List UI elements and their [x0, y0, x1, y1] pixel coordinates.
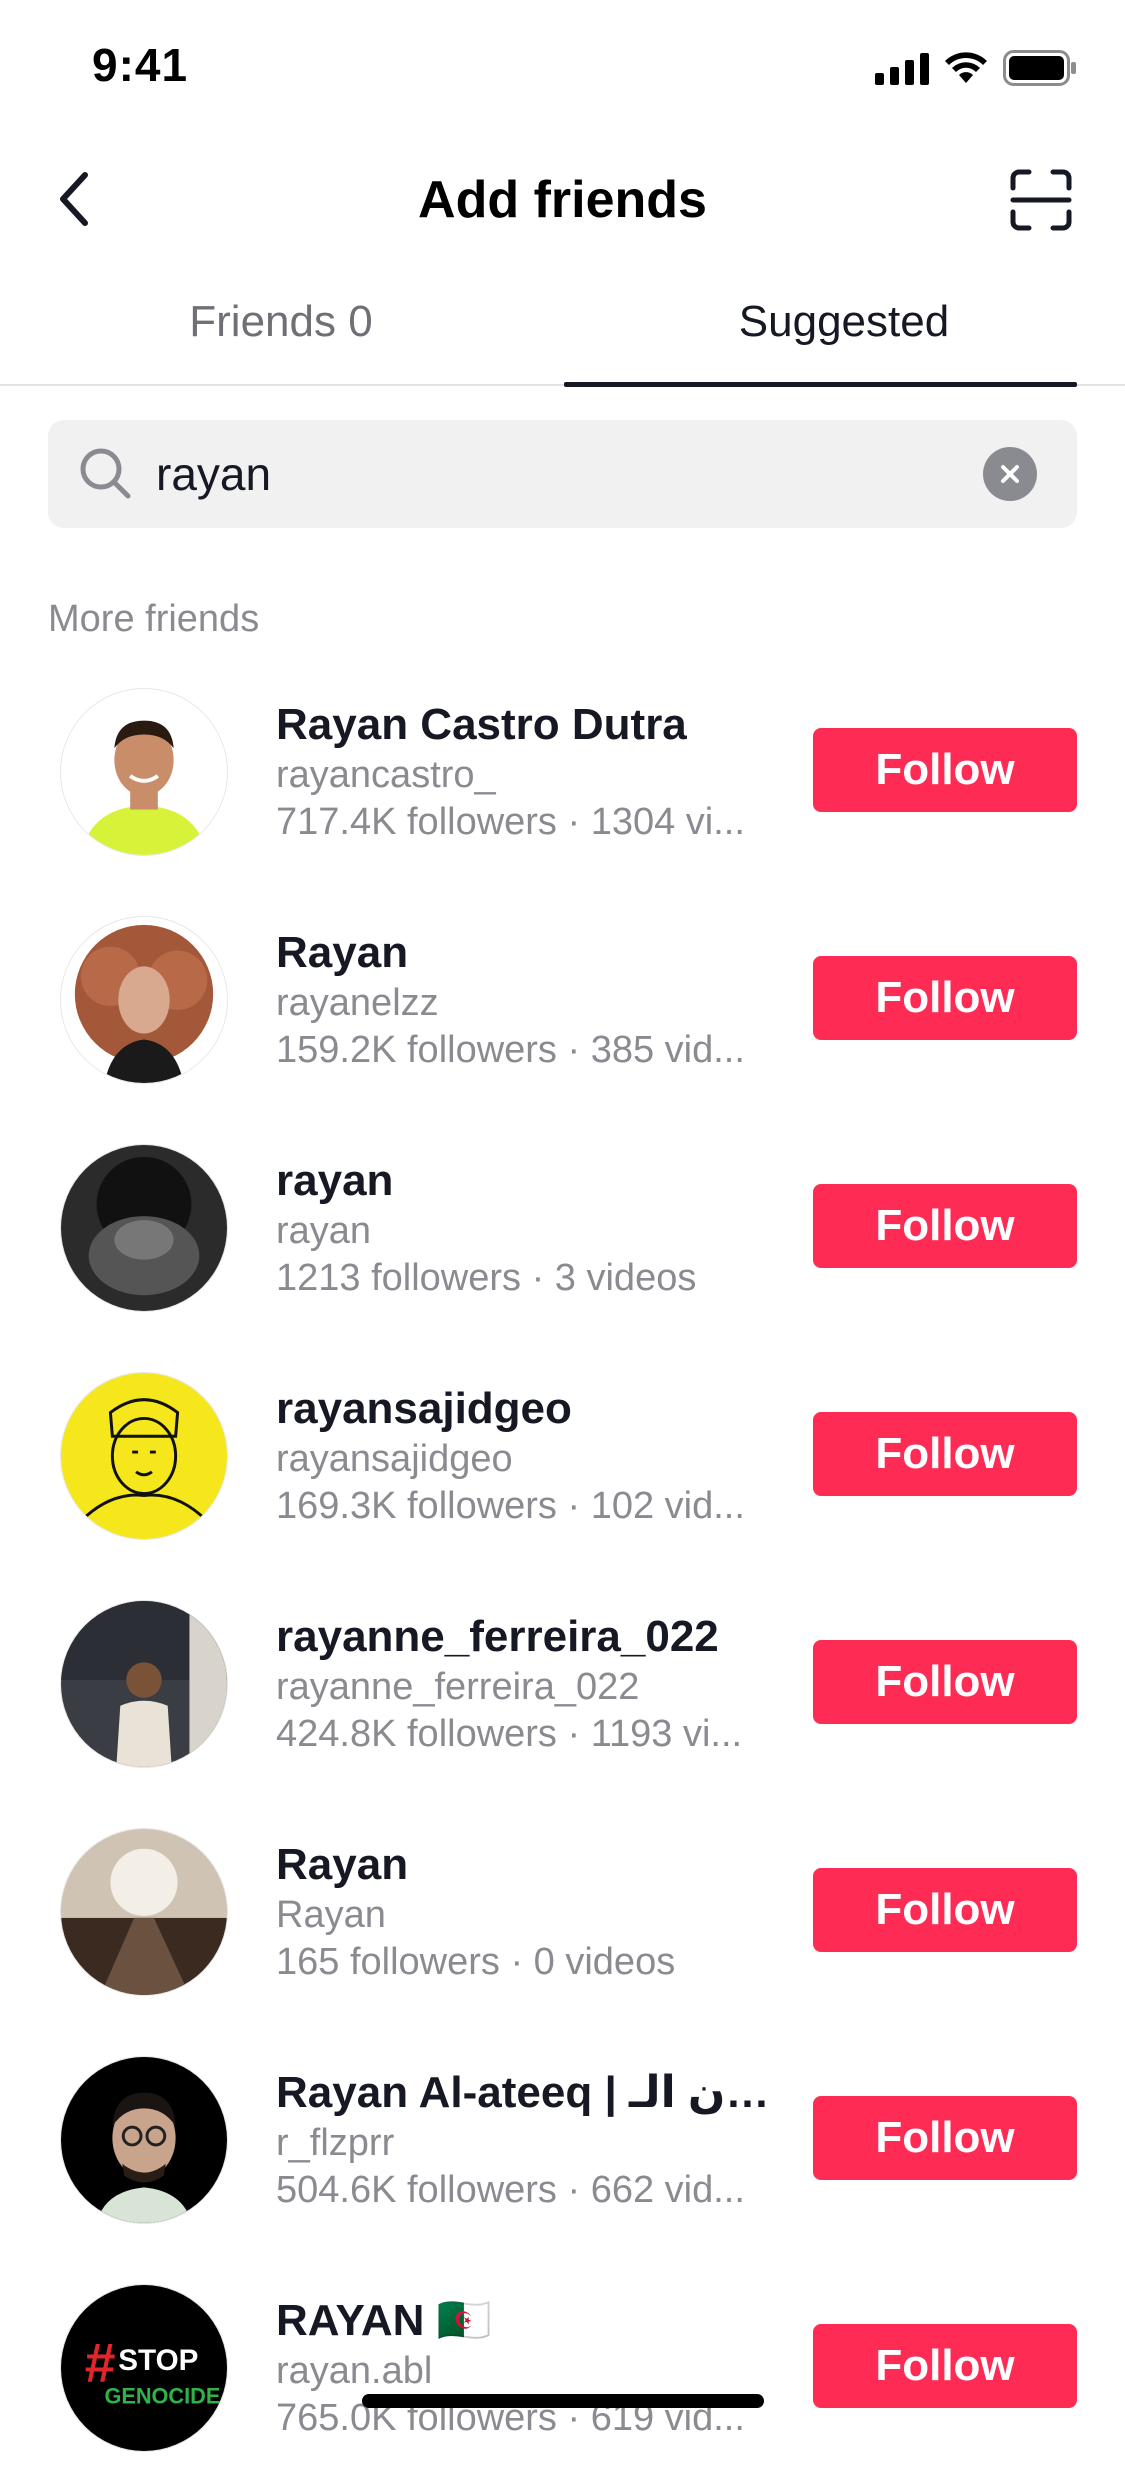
- tab-friends[interactable]: Friends 0: [0, 290, 562, 384]
- avatar: [60, 688, 228, 856]
- page-title: Add friends: [418, 171, 707, 229]
- user-info: RAYAN 🇩🇿 rayan.abl 765.0K followers · 61…: [276, 2294, 776, 2442]
- user-name: rayansajidgeo: [276, 1384, 572, 1433]
- user-name: rayan: [276, 1156, 394, 1205]
- user-handle: rayancastro_: [276, 754, 496, 796]
- scan-icon: [1010, 169, 1072, 231]
- user-info: rayanne_ferreira_022 rayanne_ferreira_02…: [276, 1610, 776, 1758]
- user-handle: r_flzprr: [276, 2122, 395, 2164]
- user-handle: Rayan: [276, 1894, 386, 1936]
- search-input[interactable]: [156, 442, 996, 506]
- status-time: 9:41: [92, 39, 189, 91]
- user-name: Rayan: [276, 1840, 409, 1889]
- active-tab-indicator: [564, 382, 1077, 387]
- search-icon: [80, 448, 131, 499]
- tab-bar: Friends 0 Suggested: [0, 290, 1125, 387]
- avatar: [60, 1600, 228, 1768]
- user-handle: rayanne_ferreira_022: [276, 1666, 640, 1708]
- status-icons: [875, 50, 1077, 86]
- user-name: Rayan: [276, 928, 409, 977]
- home-indicator: [362, 2394, 764, 2408]
- tab-suggested[interactable]: Suggested: [563, 290, 1125, 384]
- user-stats: 717.4K followers · 1304 vi...: [276, 801, 745, 843]
- follow-button[interactable]: Follow: [813, 956, 1077, 1040]
- user-info: Rayan Castro Dutra rayancastro_ 717.4K f…: [276, 698, 776, 846]
- user-handle: rayan.abl: [276, 2350, 433, 2392]
- user-stats: 165 followers · 0 videos: [276, 1941, 676, 1983]
- list-item[interactable]: Rayan Al-ateeq | ريان الـ... r_flzprr 50…: [0, 2028, 1125, 2256]
- header: Add friends: [0, 140, 1125, 256]
- wifi-icon: [945, 52, 987, 83]
- user-handle: rayansajidgeo: [276, 1438, 513, 1480]
- user-handle: rayanelzz: [276, 982, 439, 1024]
- search-bar: [48, 420, 1077, 528]
- avatar: [60, 1372, 228, 1540]
- avatar: [60, 1144, 228, 1312]
- follow-button[interactable]: Follow: [813, 1640, 1077, 1724]
- avatar: # STOP GENOCIDE: [60, 2284, 228, 2452]
- scan-button[interactable]: [1001, 160, 1081, 240]
- status-bar: 9:41: [0, 0, 1125, 132]
- user-stats: 504.6K followers · 662 vid...: [276, 2169, 745, 2211]
- list-item[interactable]: rayanne_ferreira_022 rayanne_ferreira_02…: [0, 1572, 1125, 1800]
- svg-text:STOP: STOP: [118, 2344, 198, 2377]
- follow-button[interactable]: Follow: [813, 728, 1077, 812]
- user-info: Rayan Al-ateeq | ريان الـ... r_flzprr 50…: [276, 2066, 776, 2214]
- battery-icon: [1003, 50, 1076, 86]
- user-stats: 159.2K followers · 385 vid...: [276, 1029, 745, 1071]
- suggested-users-list: Rayan Castro Dutra rayancastro_ 717.4K f…: [0, 660, 1125, 2484]
- user-stats: 169.3K followers · 102 vid...: [276, 1485, 745, 1527]
- user-name: rayanne_ferreira_022: [276, 1612, 719, 1661]
- follow-button[interactable]: Follow: [813, 2096, 1077, 2180]
- avatar: [60, 916, 228, 1084]
- user-stats: 424.8K followers · 1193 vi...: [276, 1713, 743, 1755]
- list-item[interactable]: Rayan rayanelzz 159.2K followers · 385 v…: [0, 888, 1125, 1116]
- user-name: RAYAN 🇩🇿: [276, 2296, 492, 2345]
- user-name: Rayan Castro Dutra: [276, 700, 687, 749]
- user-handle: rayan: [276, 1210, 372, 1252]
- follow-button[interactable]: Follow: [813, 2324, 1077, 2408]
- user-name: Rayan Al-ateeq | ريان الـ...: [276, 2068, 776, 2117]
- avatar: [60, 2056, 228, 2224]
- list-item[interactable]: Rayan Castro Dutra rayancastro_ 717.4K f…: [0, 660, 1125, 888]
- list-item[interactable]: # STOP GENOCIDE RAYAN 🇩🇿 rayan.abl 765.0…: [0, 2256, 1125, 2484]
- list-item[interactable]: Rayan Rayan 165 followers · 0 videos Fol…: [0, 1800, 1125, 2028]
- section-title: More friends: [48, 598, 260, 640]
- svg-text:GENOCIDE: GENOCIDE: [104, 2384, 220, 2409]
- follow-button[interactable]: Follow: [813, 1184, 1077, 1268]
- user-info: rayansajidgeo rayansajidgeo 169.3K follo…: [276, 1382, 776, 1530]
- clear-search-button[interactable]: [983, 447, 1037, 501]
- cellular-signal-icon: [875, 51, 929, 85]
- close-icon: [1001, 465, 1019, 483]
- follow-button[interactable]: Follow: [813, 1868, 1077, 1952]
- avatar: [60, 1828, 228, 1996]
- user-info: Rayan rayanelzz 159.2K followers · 385 v…: [276, 926, 776, 1074]
- list-item[interactable]: rayan rayan 1213 followers · 3 videos Fo…: [0, 1116, 1125, 1344]
- list-item[interactable]: rayansajidgeo rayansajidgeo 169.3K follo…: [0, 1344, 1125, 1572]
- user-info: Rayan Rayan 165 followers · 0 videos: [276, 1838, 776, 1986]
- follow-button[interactable]: Follow: [813, 1412, 1077, 1496]
- user-info: rayan rayan 1213 followers · 3 videos: [276, 1154, 776, 1302]
- user-stats: 1213 followers · 3 videos: [276, 1257, 697, 1299]
